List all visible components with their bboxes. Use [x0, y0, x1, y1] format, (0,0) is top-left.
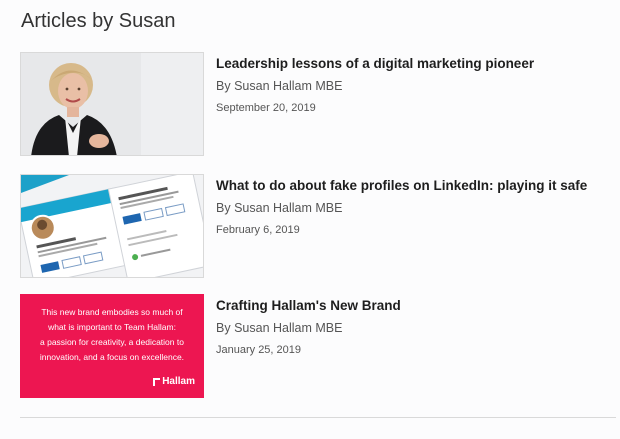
article-date: September 20, 2019 — [216, 102, 316, 114]
article-item: What to do about fake profiles on Linked… — [20, 174, 610, 278]
section-heading: Articles by Susan — [21, 10, 176, 32]
article-title[interactable]: Crafting Hallam's New Brand — [216, 298, 401, 313]
article-info: Crafting Hallam's New Brand By Susan Hal… — [216, 298, 401, 356]
byline-prefix: By — [216, 321, 231, 335]
linkedin-screenshot-image — [21, 175, 203, 277]
author-link[interactable]: Susan Hallam MBE — [234, 321, 342, 335]
quote-line: what is important to Team Hallam: — [48, 322, 176, 332]
hallam-logo-mark-icon — [153, 377, 161, 386]
article-info: Leadership lessons of a digital marketin… — [216, 56, 534, 114]
author-link[interactable]: Susan Hallam MBE — [234, 201, 342, 215]
brand-quote: This new brand embodies so much of what … — [21, 305, 203, 365]
article-info: What to do about fake profiles on Linked… — [216, 178, 587, 236]
quote-line: This new brand embodies so much of — [41, 307, 183, 317]
article-thumbnail-linkedin[interactable] — [20, 174, 204, 278]
byline-prefix: By — [216, 201, 231, 215]
quote-line: innovation, and a focus on excellence. — [39, 352, 185, 362]
article-title[interactable]: What to do about fake profiles on Linked… — [216, 178, 587, 193]
article-thumbnail-portrait[interactable] — [20, 52, 204, 156]
byline-prefix: By — [216, 79, 231, 93]
article-item: This new brand embodies so much of what … — [20, 294, 610, 398]
article-date: January 25, 2019 — [216, 344, 302, 356]
article-byline: By Susan Hallam MBE — [216, 201, 587, 215]
article-byline: By Susan Hallam MBE — [216, 321, 401, 335]
divider — [20, 417, 616, 418]
articles-page: Articles by Susan Leadership lessons of … — [0, 0, 620, 439]
portrait-image — [21, 53, 203, 155]
quote-line: a passion for creativity, a dedication t… — [40, 337, 184, 347]
article-item: Leadership lessons of a digital marketin… — [20, 52, 610, 156]
author-link[interactable]: Susan Hallam MBE — [234, 79, 342, 93]
article-thumbnail-brand[interactable]: This new brand embodies so much of what … — [20, 294, 204, 398]
article-byline: By Susan Hallam MBE — [216, 79, 534, 93]
logo-text: Hallam — [162, 376, 195, 387]
article-title[interactable]: Leadership lessons of a digital marketin… — [216, 56, 534, 71]
article-date: February 6, 2019 — [216, 224, 300, 236]
hallam-logo: Hallam — [153, 376, 195, 387]
